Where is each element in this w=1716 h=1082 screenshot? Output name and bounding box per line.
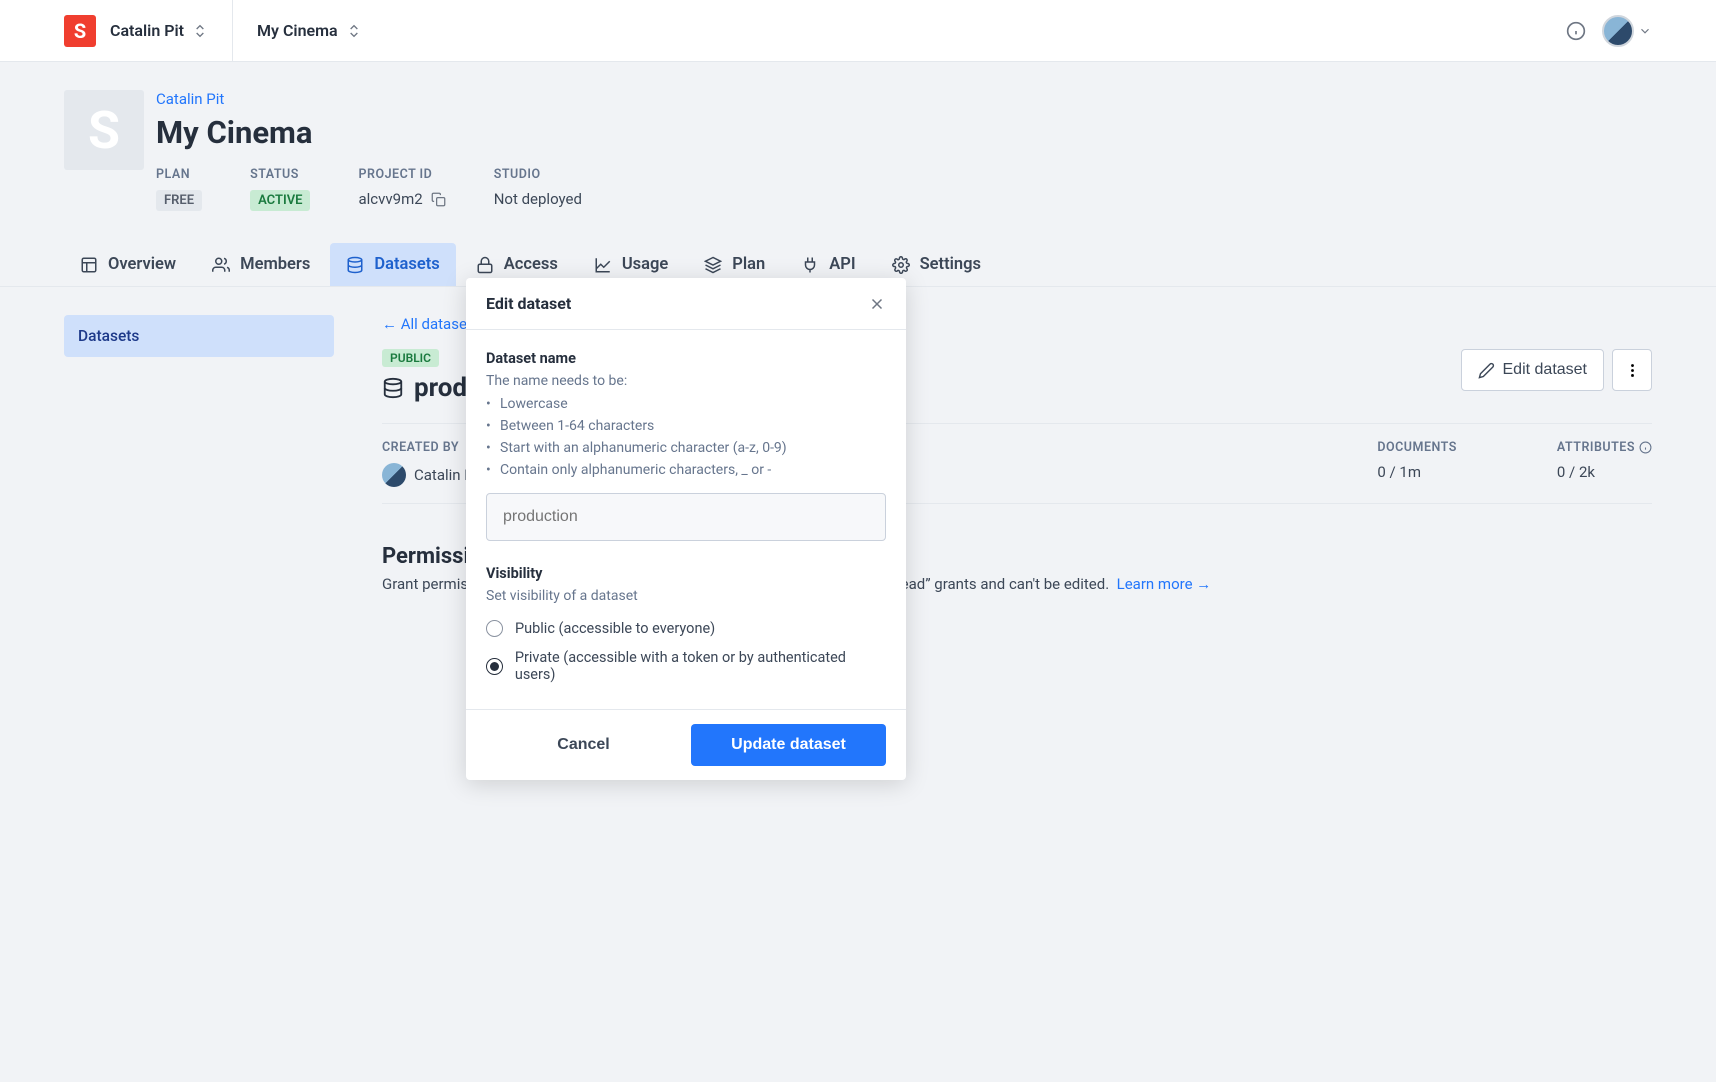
option-label: Private (accessible with a token or by a… [515, 649, 886, 683]
topbar-left: S Catalin Pit [64, 15, 208, 47]
creator-avatar [382, 463, 406, 487]
tab-label: Settings [920, 255, 981, 274]
org-switcher[interactable]: Catalin Pit [110, 21, 208, 40]
selector-icon [346, 23, 362, 39]
visibility-field-label: Visibility [486, 565, 886, 582]
tab-label: Usage [622, 255, 668, 274]
topbar: S Catalin Pit My Cinema [0, 0, 1716, 62]
chevron-down-icon [1638, 24, 1652, 38]
meta-label-studio: STUDIO [494, 167, 582, 182]
project-meta: PLAN FREE STATUS ACTIVE PROJECT ID alcvv… [156, 167, 1652, 211]
radio-icon [486, 658, 503, 675]
tab-label: Datasets [374, 255, 439, 274]
name-rule: Start with an alphanumeric character (a-… [500, 437, 886, 459]
name-rule: Lowercase [500, 393, 886, 415]
selector-icon [192, 23, 208, 39]
tab-label: Plan [732, 255, 765, 274]
visibility-option-private[interactable]: Private (accessible with a token or by a… [486, 643, 886, 689]
tab-datasets[interactable]: Datasets [330, 243, 455, 286]
tab-label: Access [504, 255, 558, 274]
meta-label-plan: PLAN [156, 167, 202, 182]
tab-overview[interactable]: Overview [64, 243, 192, 286]
breadcrumb[interactable]: Catalin Pit [156, 90, 1652, 108]
topbar-right [1566, 15, 1652, 47]
option-label: Public (accessible to everyone) [515, 620, 715, 637]
edit-dataset-modal: Edit dataset Dataset name The name needs… [466, 278, 906, 780]
app-logo[interactable]: S [64, 15, 96, 47]
plug-icon [801, 256, 819, 274]
edit-dataset-button[interactable]: Edit dataset [1461, 349, 1605, 391]
more-actions-button[interactable] [1612, 349, 1652, 391]
dashboard-icon [80, 256, 98, 274]
project-avatar: S [64, 90, 144, 170]
modal-title: Edit dataset [486, 294, 571, 313]
database-icon [382, 377, 404, 399]
pencil-icon [1478, 362, 1495, 379]
edit-button-label: Edit dataset [1503, 361, 1588, 379]
status-badge: ACTIVE [250, 190, 310, 211]
chart-icon [594, 256, 612, 274]
tab-members[interactable]: Members [196, 243, 326, 286]
name-field-hint: The name needs to be: [486, 373, 886, 389]
info-icon[interactable] [1639, 441, 1652, 454]
learn-more-link[interactable]: Learn more → [1117, 575, 1212, 593]
avatar [1602, 15, 1634, 47]
info-icon[interactable] [1566, 21, 1586, 41]
studio-value: Not deployed [494, 190, 582, 208]
visibility-option-public[interactable]: Public (accessible to everyone) [486, 614, 886, 643]
tab-label: Overview [108, 255, 176, 274]
project-name: My Cinema [257, 21, 338, 40]
radio-icon [486, 620, 503, 637]
project-switcher[interactable]: My Cinema [257, 21, 362, 40]
tab-label: Members [240, 255, 310, 274]
name-rules-list: Lowercase Between 1-64 characters Start … [486, 393, 886, 481]
documents-value: 0 / 1m [1377, 463, 1457, 481]
users-icon [212, 256, 230, 274]
meta-label-attributes: ATTRIBUTES [1557, 440, 1635, 455]
update-dataset-button[interactable]: Update dataset [691, 724, 886, 766]
plan-badge: FREE [156, 190, 202, 211]
meta-label-documents: DOCUMENTS [1377, 440, 1457, 455]
meta-label-project-id: PROJECT ID [358, 167, 445, 182]
database-icon [346, 256, 364, 274]
lock-icon [476, 256, 494, 274]
user-menu[interactable] [1602, 15, 1652, 47]
layers-icon [704, 256, 722, 274]
sidebar-item-datasets[interactable]: Datasets [64, 315, 334, 357]
project-title: My Cinema [156, 114, 1652, 151]
name-field-label: Dataset name [486, 350, 886, 367]
gear-icon [892, 256, 910, 274]
name-rule: Contain only alphanumeric characters, _ … [500, 459, 886, 481]
close-icon[interactable] [868, 295, 886, 313]
dataset-name-input[interactable] [486, 493, 886, 541]
cancel-button[interactable]: Cancel [486, 724, 681, 766]
tab-label: API [829, 255, 855, 274]
copy-icon[interactable] [431, 192, 446, 207]
name-rule: Between 1-64 characters [500, 415, 886, 437]
meta-label-status: STATUS [250, 167, 310, 182]
visibility-badge: PUBLIC [382, 349, 439, 367]
more-vertical-icon [1624, 362, 1641, 379]
project-id-value: alcvv9m2 [358, 190, 422, 208]
visibility-field-hint: Set visibility of a dataset [486, 588, 886, 604]
divider [232, 0, 233, 62]
org-name: Catalin Pit [110, 21, 184, 40]
sidebar: Datasets [64, 315, 334, 593]
project-header: S Catalin Pit My Cinema PLAN FREE STATUS… [0, 62, 1716, 211]
attributes-value: 0 / 2k [1557, 463, 1652, 481]
